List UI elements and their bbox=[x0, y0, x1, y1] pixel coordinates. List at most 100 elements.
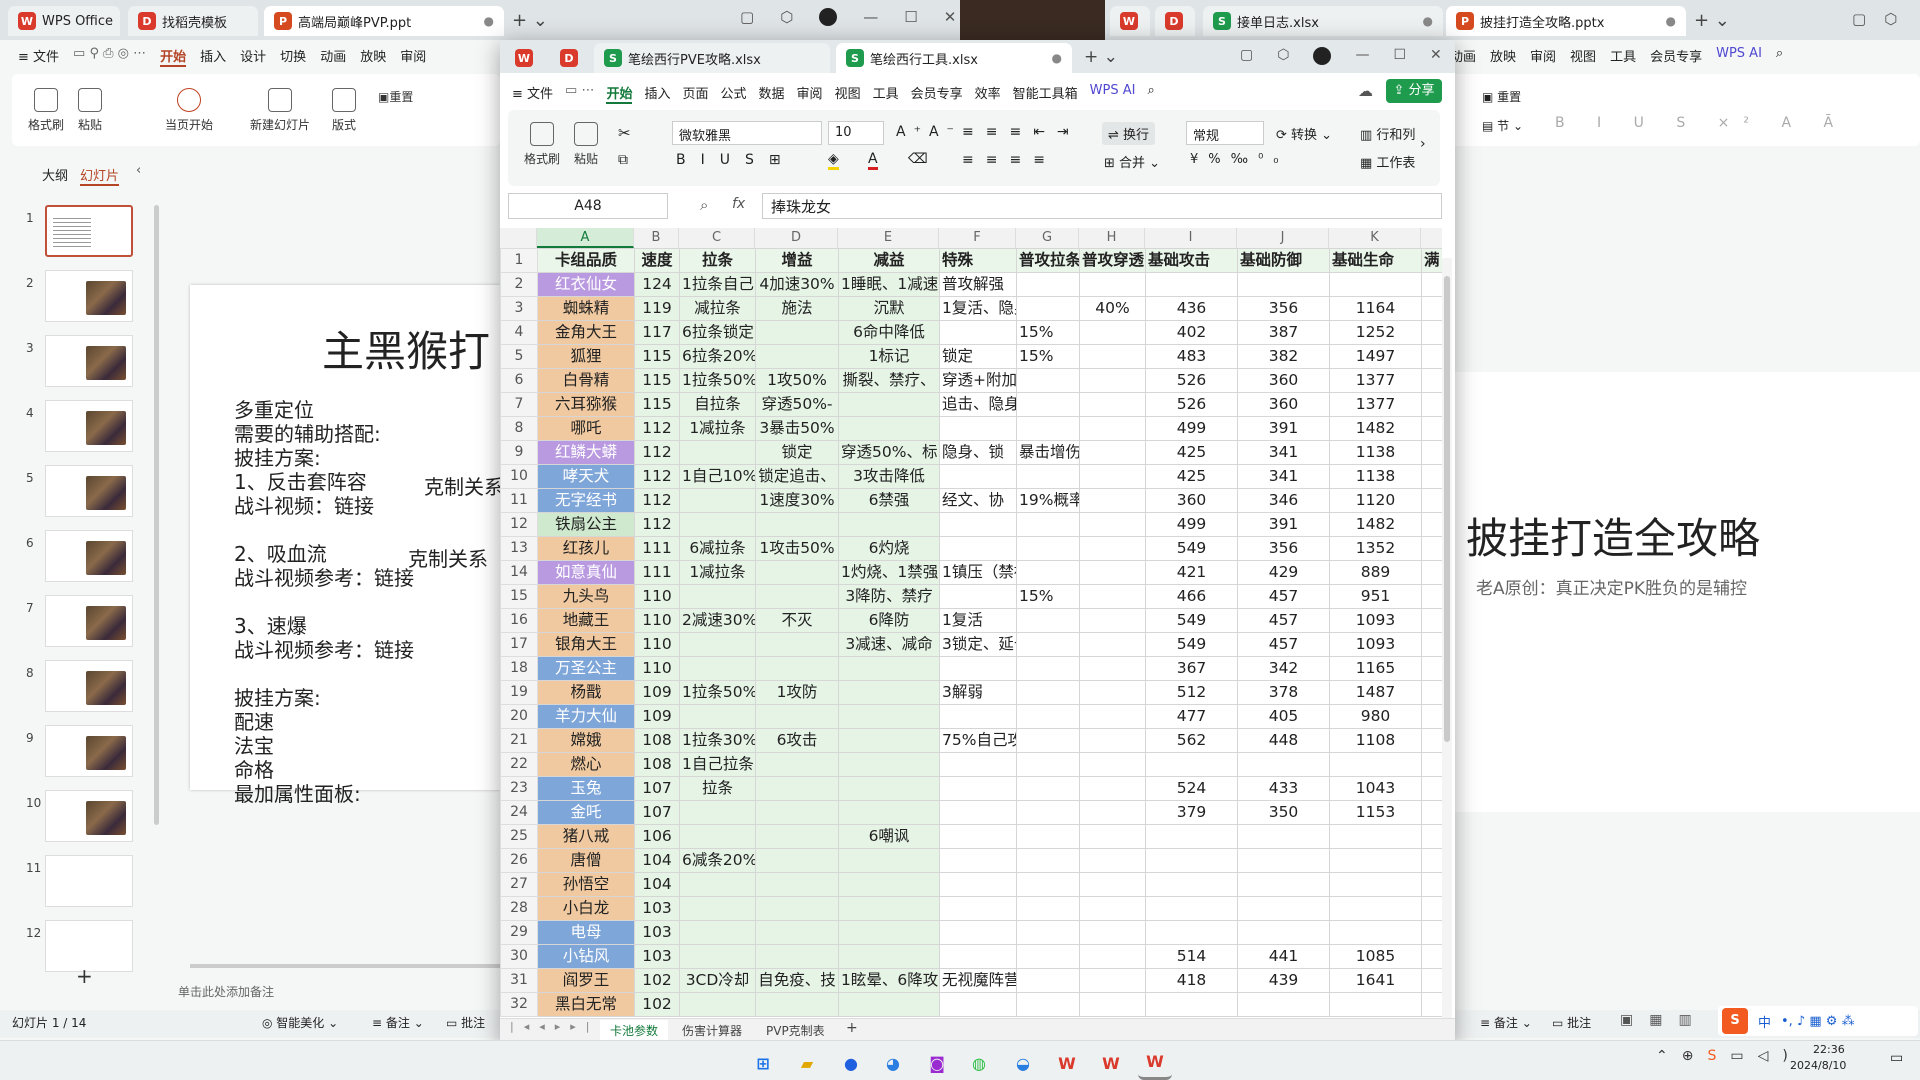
paste-button[interactable]: 粘贴 bbox=[574, 122, 598, 167]
menu-slideshow[interactable]: 放映 bbox=[1490, 46, 1516, 65]
row-number[interactable]: 10 bbox=[500, 464, 538, 489]
table-cell[interactable] bbox=[1421, 992, 1442, 1017]
column-header[interactable]: D bbox=[755, 228, 838, 248]
table-cell[interactable] bbox=[755, 872, 839, 897]
table-cell[interactable]: 1复活 bbox=[939, 608, 1017, 633]
sheet-nav-arrows[interactable]: |◂◂▸▸| bbox=[510, 1020, 600, 1033]
tab-template[interactable]: D 找稻壳模板 bbox=[128, 6, 258, 36]
paste-button[interactable]: 粘贴 bbox=[78, 88, 102, 133]
tab-pve-xlsx[interactable]: S 笔绘西行PVE攻略.xlsx bbox=[594, 43, 830, 73]
table-cell[interactable]: 1拉条自己 bbox=[679, 272, 756, 297]
table-cell[interactable] bbox=[755, 752, 839, 777]
table-cell[interactable]: 112 bbox=[634, 488, 680, 513]
table-cell[interactable] bbox=[838, 512, 940, 537]
cube-icon[interactable]: ⬡ bbox=[780, 8, 793, 26]
table-cell[interactable]: 15% bbox=[1016, 320, 1080, 345]
thumb-scrollbar[interactable] bbox=[154, 205, 159, 825]
add-slide-plus[interactable]: + bbox=[76, 964, 93, 988]
table-cell[interactable]: 1093 bbox=[1329, 608, 1422, 633]
table-cell[interactable] bbox=[1421, 440, 1442, 465]
table-cell[interactable]: 1641 bbox=[1329, 968, 1422, 993]
search-icon[interactable]: ⌕ bbox=[1776, 46, 1783, 65]
card-name-cell[interactable]: 金角大王 bbox=[537, 320, 635, 345]
table-cell[interactable] bbox=[939, 992, 1017, 1017]
play-current-button[interactable]: 当页开始 bbox=[165, 88, 213, 133]
table-cell[interactable] bbox=[1016, 656, 1080, 681]
reset-button[interactable]: ▣ 重置 bbox=[378, 88, 413, 105]
slide-thumbnail[interactable] bbox=[45, 595, 133, 647]
table-cell[interactable] bbox=[1079, 416, 1146, 441]
table-cell[interactable]: 1复活、隐身 bbox=[939, 296, 1017, 321]
table-cell[interactable] bbox=[1016, 608, 1080, 633]
table-cell[interactable] bbox=[1079, 536, 1146, 561]
table-cell[interactable]: 1攻击50% bbox=[755, 536, 839, 561]
table-cell[interactable]: 1352 bbox=[1329, 536, 1422, 561]
notes-button[interactable]: ≡ 备注 ⌄ bbox=[372, 1014, 424, 1031]
row-number[interactable]: 20 bbox=[500, 704, 538, 729]
menu-design[interactable]: 设计 bbox=[240, 46, 266, 67]
close-window-icon[interactable]: ✕ bbox=[1430, 47, 1442, 65]
h-scrollbar[interactable] bbox=[190, 964, 500, 968]
table-cell[interactable] bbox=[755, 632, 839, 657]
wps-taskbar-icon-1[interactable]: W bbox=[1050, 1046, 1084, 1080]
row-number[interactable]: 21 bbox=[500, 728, 538, 753]
comments-button[interactable]: ▭ 批注 bbox=[446, 1014, 485, 1031]
menu-file[interactable]: ≡ 文件 bbox=[512, 83, 553, 104]
column-header[interactable]: C bbox=[679, 228, 755, 248]
table-cell[interactable]: 施法 bbox=[755, 296, 839, 321]
table-cell[interactable] bbox=[1016, 896, 1080, 921]
table-cell[interactable]: 1拉条30% bbox=[679, 728, 756, 753]
table-cell[interactable] bbox=[1079, 608, 1146, 633]
table-cell[interactable]: 3暴击50% bbox=[755, 416, 839, 441]
row-number[interactable]: 25 bbox=[500, 824, 538, 849]
table-cell[interactable]: 3锁定、延长弱化1回合 bbox=[939, 632, 1017, 657]
table-cell[interactable] bbox=[1421, 632, 1442, 657]
table-cell[interactable] bbox=[1079, 560, 1146, 585]
share-button[interactable]: ⇪ 分享 bbox=[1386, 79, 1442, 103]
table-cell[interactable] bbox=[1079, 464, 1146, 489]
table-cell[interactable]: 436 bbox=[1145, 296, 1238, 321]
table-cell[interactable] bbox=[1079, 392, 1146, 417]
menu-insert[interactable]: 插入 bbox=[200, 46, 226, 67]
table-cell[interactable]: 2减速30% bbox=[679, 608, 756, 633]
table-cell[interactable]: 549 bbox=[1145, 608, 1238, 633]
table-cell[interactable]: 889 bbox=[1329, 560, 1422, 585]
table-cell[interactable]: 382 bbox=[1237, 344, 1330, 369]
table-cell[interactable]: 自拉条 bbox=[679, 392, 756, 417]
table-cell[interactable] bbox=[755, 512, 839, 537]
font-style-icons[interactable]: BIUS⊞ bbox=[676, 152, 796, 168]
row-number[interactable]: 23 bbox=[500, 776, 538, 801]
tray-icons[interactable]: ⌃⊕S▭◁) bbox=[1656, 1048, 1802, 1064]
tab-tools-xlsx[interactable]: S 笔绘西行工具.xlsx ● bbox=[836, 43, 1072, 73]
table-cell[interactable]: 6嘲讽 bbox=[838, 824, 940, 849]
table-cell[interactable]: 110 bbox=[634, 584, 680, 609]
column-title[interactable]: 满 bbox=[1421, 248, 1442, 273]
table-cell[interactable] bbox=[1237, 992, 1330, 1017]
layout-icon[interactable]: ▢ bbox=[1240, 47, 1253, 65]
minimize-icon[interactable]: — bbox=[1355, 47, 1369, 65]
row-number[interactable]: 32 bbox=[500, 992, 538, 1017]
table-cell[interactable]: 6命中降低 bbox=[838, 320, 940, 345]
table-cell[interactable] bbox=[1421, 560, 1442, 585]
column-title[interactable]: 增益 bbox=[755, 248, 839, 273]
table-cell[interactable] bbox=[939, 776, 1017, 801]
card-name-cell[interactable]: 燃心 bbox=[537, 752, 635, 777]
sheet-tab-damage-calc[interactable]: 伤害计算器 bbox=[672, 1020, 752, 1041]
table-cell[interactable] bbox=[679, 512, 756, 537]
table-cell[interactable]: 穿透+附加伤害9%-90% bbox=[939, 368, 1017, 393]
table-cell[interactable] bbox=[679, 584, 756, 609]
cube-icon[interactable]: ⬡ bbox=[1884, 10, 1897, 28]
card-name-cell[interactable]: 猪八戒 bbox=[537, 824, 635, 849]
table-cell[interactable] bbox=[1079, 800, 1146, 825]
table-cell[interactable]: 526 bbox=[1145, 392, 1238, 417]
table-cell[interactable]: 6禁强 bbox=[838, 488, 940, 513]
sheet-tab-pvp[interactable]: PVP克制表 bbox=[756, 1020, 835, 1041]
card-name-cell[interactable]: 红鳞大蟒 bbox=[537, 440, 635, 465]
table-cell[interactable] bbox=[755, 704, 839, 729]
table-cell[interactable]: 341 bbox=[1237, 464, 1330, 489]
table-cell[interactable] bbox=[1237, 920, 1330, 945]
excel-wps-button[interactable]: W bbox=[505, 43, 543, 73]
format-painter-button[interactable]: 格式刷 bbox=[28, 88, 64, 133]
maximize-icon[interactable]: ☐ bbox=[1393, 47, 1406, 65]
table-cell[interactable]: 1自己10% bbox=[679, 464, 756, 489]
